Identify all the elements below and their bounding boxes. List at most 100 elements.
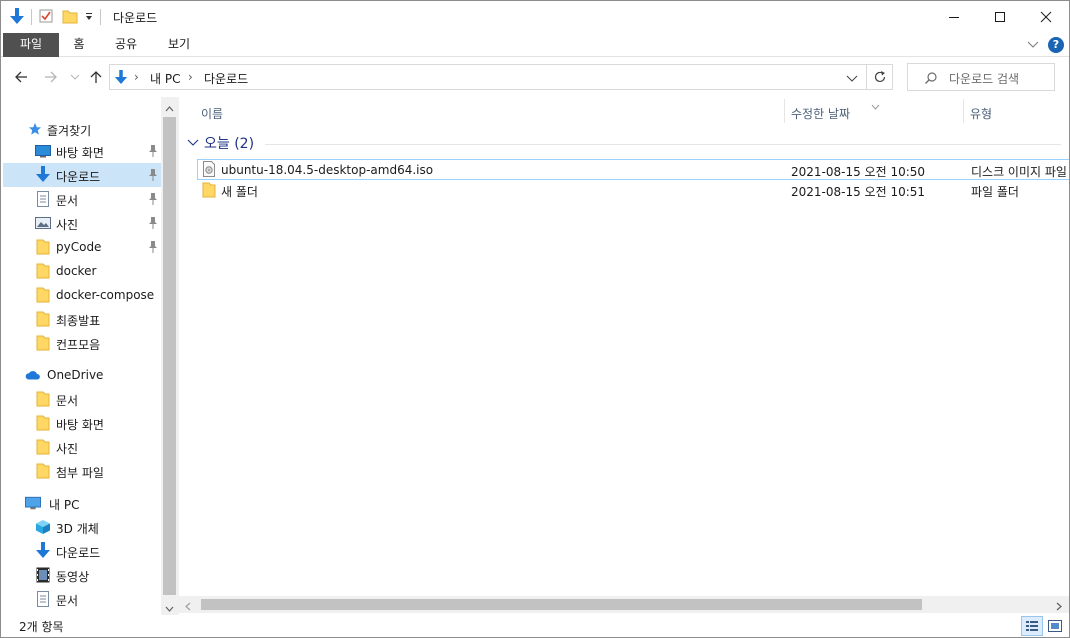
nav-item-onedrive-attachments[interactable]: 첨부 파일: [3, 459, 161, 483]
large-icons-view-button[interactable]: [1044, 616, 1066, 636]
nav-item-pycode[interactable]: pyCode: [3, 235, 161, 259]
toolbar-separator: [100, 9, 101, 25]
maximize-icon: [995, 12, 1005, 22]
tab-home[interactable]: 홈: [67, 33, 91, 57]
nav-label: 다운로드: [56, 546, 101, 560]
customize-toolbar-chevron-icon[interactable]: [84, 10, 94, 25]
recent-locations-button[interactable]: [65, 67, 85, 87]
nav-label: 문서: [56, 594, 79, 608]
search-placeholder[interactable]: 다운로드 검색: [949, 70, 1019, 87]
scroll-right-arrow-icon[interactable]: [1056, 600, 1063, 614]
nav-onedrive[interactable]: OneDrive: [3, 363, 161, 387]
nav-item-pc-downloads[interactable]: 다운로드: [3, 539, 161, 563]
tab-file[interactable]: 파일: [3, 33, 59, 57]
download-arrow-icon: [9, 7, 25, 28]
document-icon: [35, 591, 51, 607]
breadcrumb-separator[interactable]: ›: [134, 70, 139, 84]
folder-icon: [35, 439, 51, 455]
new-folder-icon[interactable]: [62, 8, 78, 27]
nav-item-desktop[interactable]: 바탕 화면: [3, 139, 161, 163]
search-field[interactable]: 다운로드 검색: [907, 63, 1055, 91]
column-header-label: 유형: [970, 107, 993, 121]
back-arrow-icon: [15, 71, 27, 83]
nav-label: 최종발표: [56, 314, 101, 328]
nav-scrollbar-thumb[interactable]: [163, 117, 176, 595]
maximize-button[interactable]: [977, 1, 1023, 33]
nav-label: 동영상: [56, 570, 90, 584]
nav-this-pc[interactable]: 내 PC: [3, 491, 161, 515]
minimize-button[interactable]: [931, 1, 977, 33]
nav-quick-access[interactable]: 즐겨찾기: [3, 117, 161, 141]
nav-item-documents[interactable]: 문서: [3, 187, 161, 211]
search-icon: [924, 71, 938, 88]
folder-icon: [35, 391, 51, 407]
file-name: ubuntu-18.04.5-desktop-amd64.iso: [221, 163, 434, 177]
nav-label: docker: [56, 264, 97, 278]
address-history-chevron-icon[interactable]: [846, 73, 858, 87]
refresh-button[interactable]: [867, 64, 893, 90]
tab-share[interactable]: 공유: [111, 33, 141, 57]
column-header-modified[interactable]: 수정한 날짜: [785, 97, 963, 125]
nav-item-docker-compose[interactable]: docker-compose: [3, 283, 161, 307]
pin-icon[interactable]: [147, 192, 159, 206]
nav-label: OneDrive: [47, 368, 104, 382]
nav-label: 사진: [56, 218, 79, 232]
pin-icon[interactable]: [147, 168, 159, 182]
tab-view[interactable]: 보기: [163, 33, 195, 57]
pin-icon[interactable]: [147, 216, 159, 230]
title-bar[interactable]: 다운로드: [1, 1, 1069, 33]
disc-image-icon: [202, 161, 216, 180]
file-row-new-folder[interactable]: 새 폴더 2021-08-15 오전 10:51 파일 폴더: [197, 180, 1069, 201]
pin-icon[interactable]: [147, 144, 159, 158]
breadcrumb-this-pc[interactable]: 내 PC: [150, 70, 180, 87]
nav-item-docker[interactable]: docker: [3, 259, 161, 283]
nav-label: 문서: [56, 194, 79, 208]
nav-item-3d-objects[interactable]: 3D 개체: [3, 515, 161, 539]
nav-label: 다운로드: [56, 170, 101, 184]
nav-item-final-presentation[interactable]: 최종발표: [3, 307, 161, 331]
back-button[interactable]: [11, 67, 31, 87]
properties-checkbox-icon[interactable]: [38, 8, 54, 27]
group-header-today[interactable]: 오늘 (2): [187, 133, 254, 153]
file-name: 새 폴더: [221, 185, 258, 199]
pin-icon[interactable]: [147, 240, 159, 254]
breadcrumb-separator[interactable]: ›: [188, 70, 193, 84]
nav-item-conf-collection[interactable]: 컨프모음: [3, 331, 161, 355]
address-bar[interactable]: › 내 PC › 다운로드: [109, 64, 867, 90]
details-view-button[interactable]: [1021, 616, 1043, 636]
minimize-icon: [949, 17, 959, 18]
download-arrow-icon: [35, 542, 51, 558]
window-title: 다운로드: [113, 11, 158, 25]
nav-label: pyCode: [56, 240, 102, 254]
horizontal-scrollbar-thumb[interactable]: [201, 599, 922, 610]
nav-item-pc-documents[interactable]: 문서: [3, 587, 161, 611]
nav-item-videos[interactable]: 동영상: [3, 563, 161, 587]
column-header-name[interactable]: 이름: [193, 97, 785, 125]
close-button[interactable]: [1023, 1, 1069, 33]
nav-item-onedrive-pictures[interactable]: 사진: [3, 435, 161, 459]
group-divider: [265, 144, 1061, 145]
nav-item-onedrive-documents[interactable]: 문서: [3, 387, 161, 411]
expand-ribbon-chevron-icon[interactable]: [1027, 39, 1039, 53]
nav-label: 즐겨찾기: [47, 124, 92, 138]
star-icon: [27, 121, 43, 137]
scroll-left-arrow-icon[interactable]: [184, 600, 191, 614]
nav-label: 바탕 화면: [56, 418, 104, 432]
up-button[interactable]: [86, 67, 106, 87]
address-toolbar: › 내 PC › 다운로드 다운로드 검색: [1, 57, 1069, 97]
nav-item-pictures[interactable]: 사진: [3, 211, 161, 235]
file-type: 파일 폴더: [971, 185, 1019, 199]
help-button[interactable]: ?: [1048, 37, 1064, 53]
forward-arrow-icon: [45, 71, 57, 83]
breadcrumb-downloads[interactable]: 다운로드: [204, 70, 248, 87]
nav-item-downloads[interactable]: 다운로드: [3, 163, 161, 187]
file-row-ubuntu-iso[interactable]: ubuntu-18.04.5-desktop-amd64.iso 2021-08…: [197, 159, 1069, 180]
nav-item-onedrive-desktop[interactable]: 바탕 화면: [3, 411, 161, 435]
forward-button[interactable]: [41, 67, 61, 87]
column-header-type[interactable]: 유형: [964, 97, 1069, 125]
up-arrow-icon: [90, 71, 102, 83]
scroll-down-arrow-icon[interactable]: [165, 602, 174, 616]
chevron-down-icon: [70, 74, 80, 80]
scroll-up-arrow-icon[interactable]: [165, 101, 174, 115]
horizontal-scrollbar[interactable]: [179, 596, 1069, 613]
